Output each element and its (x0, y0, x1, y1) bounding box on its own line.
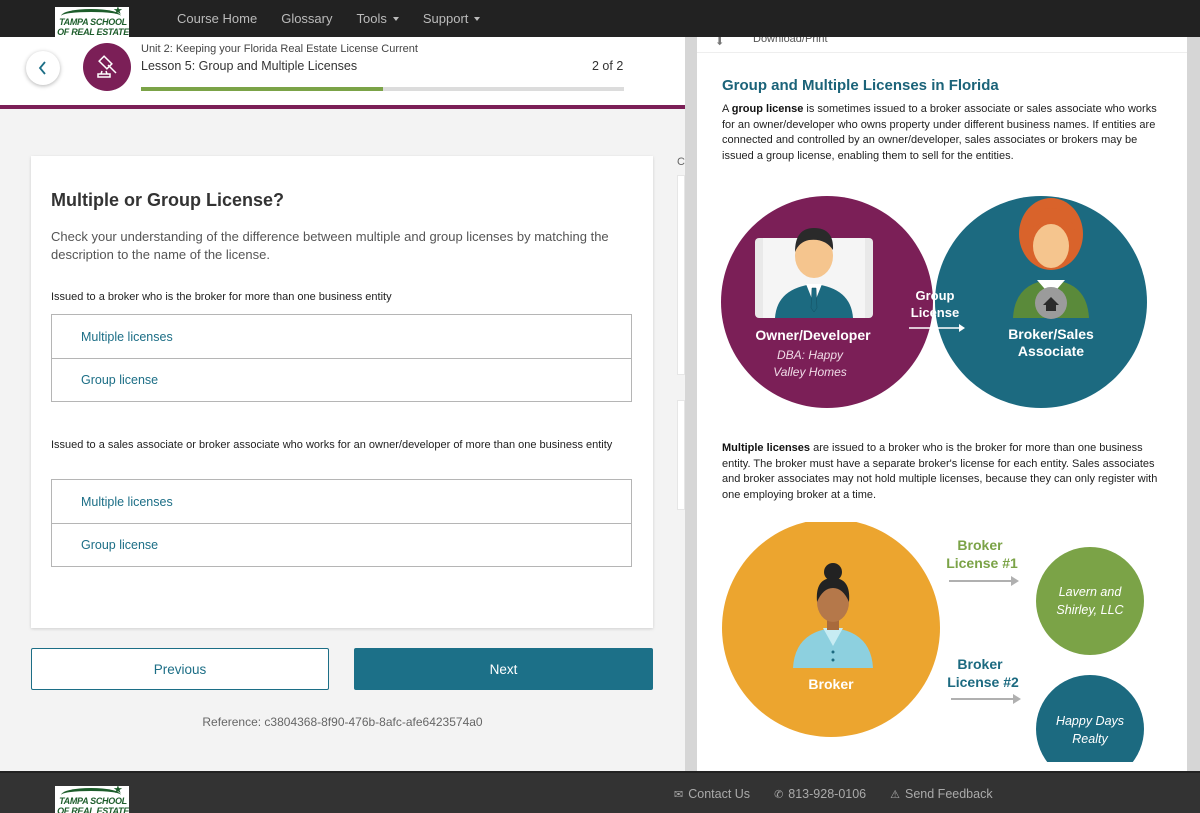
question-prompt-2: Issued to a sales associate or broker as… (51, 439, 613, 451)
nav-support-dropdown[interactable]: Support (423, 11, 481, 26)
send-feedback-link[interactable]: ⚠ Send Feedback (890, 787, 992, 801)
nav-tools-dropdown[interactable]: Tools (357, 11, 399, 26)
lesson-header: Unit 2: Keeping your Florida Real Estate… (0, 37, 685, 109)
content-title: Group and Multiple Licenses in Florida (722, 77, 999, 94)
owner-dba-line-1: DBA: Happy (777, 348, 844, 362)
logo-star-icon: ★ (113, 786, 123, 796)
download-print-link[interactable]: Download/Print (753, 37, 828, 45)
question-prompt-1: Issued to a broker who is the broker for… (51, 291, 392, 303)
download-icon[interactable]: ⬇ (715, 37, 724, 48)
entity-1-circle (1036, 547, 1144, 655)
download-bar: ⬇ Download/Print (697, 37, 1187, 53)
footer-links: ✉ Contact Us ✆ 813-928-0106 ⚠ Send Feedback (674, 787, 1017, 801)
question-card: Multiple or Group License? Check your un… (31, 156, 653, 628)
nav-glossary[interactable]: Glossary (281, 11, 332, 26)
entity-1-label-1: Lavern and (1059, 585, 1123, 599)
entity-2-label-2: Realty (1072, 732, 1108, 746)
lesson-progress-bar (141, 87, 624, 91)
answer-options-2: Multiple licenses Group license (51, 479, 632, 567)
broker-license-2-label-2: License #2 (947, 674, 1019, 690)
owner-developer-label: Owner/Developer (755, 327, 871, 343)
school-logo[interactable]: ★ TAMPA SCHOOL OF REAL ESTATE (55, 7, 129, 37)
logo-text: TAMPA SCHOOL OF REAL ESTATE (57, 796, 129, 813)
entity-1-label-2: Shirley, LLC (1056, 603, 1124, 617)
top-navbar: ★ TAMPA SCHOOL OF REAL ESTATE Course Home… (0, 0, 1200, 37)
next-button[interactable]: Next (354, 648, 653, 690)
sidebar-stub-panel (677, 175, 685, 375)
caret-down-icon (474, 16, 481, 21)
page-indicator: 2 of 2 (592, 59, 624, 73)
previous-button[interactable]: Previous (31, 648, 329, 690)
phone-icon: ✆ (774, 788, 784, 801)
warning-icon: ⚠ (890, 788, 901, 801)
broker-sales-label-1: Broker/Sales (1008, 326, 1094, 342)
option-multiple-licenses[interactable]: Multiple licenses (52, 480, 631, 523)
pane-divider-scrollbar[interactable] (685, 37, 697, 771)
footer-school-logo[interactable]: ★ TAMPA SCHOOL OF REAL ESTATE (55, 786, 129, 813)
phone-link[interactable]: ✆ 813-928-0106 (774, 787, 866, 801)
group-license-venn-diagram: Owner/Developer DBA: Happy Valley Homes … (721, 196, 1147, 408)
option-group-license[interactable]: Group license (52, 358, 631, 401)
progress-fill (141, 87, 383, 91)
broker-sales-label-2: Associate (1018, 343, 1084, 359)
sidebar-tab-label[interactable]: C (677, 156, 685, 168)
logo-star-icon: ★ (113, 7, 123, 17)
gavel-icon (83, 43, 131, 91)
broker-license-1-label-1: Broker (957, 537, 1003, 553)
arrow-right-icon (951, 694, 1021, 704)
nav-course-home[interactable]: Course Home (177, 11, 257, 26)
content-panel-scrollbar[interactable] (1187, 37, 1200, 771)
nav-links: Course Home Glossary Tools Support (177, 0, 504, 37)
option-multiple-licenses[interactable]: Multiple licenses (52, 315, 631, 358)
option-group-license[interactable]: Group license (52, 523, 631, 566)
answer-options-1: Multiple licenses Group license (51, 314, 632, 402)
envelope-icon: ✉ (674, 788, 684, 801)
footer: ★ TAMPA SCHOOL OF REAL ESTATE ✉ Contact Us… (0, 771, 1200, 813)
group-license-label-2: License (911, 305, 959, 320)
lesson-title: Lesson 5: Group and Multiple Licenses (141, 59, 358, 73)
chevron-left-icon (38, 61, 46, 75)
question-intro: Check your understanding of the differen… (51, 229, 609, 262)
unit-title: Unit 2: Keeping your Florida Real Estate… (141, 43, 418, 55)
group-license-label-1: Group (916, 288, 955, 303)
group-license-paragraph: A group license is sometimes issued to a… (722, 103, 1157, 162)
reference-id: Reference: c3804368-8f90-476b-8afc-afe64… (202, 715, 483, 729)
owner-dba-line-2: Valley Homes (773, 365, 847, 379)
multiple-licenses-diagram: Broker Broker License #1 Lavern and Shir… (722, 522, 1144, 762)
sidebar-stub-panel (677, 400, 685, 510)
back-button[interactable] (26, 51, 60, 85)
question-title: Multiple or Group License? (51, 190, 285, 210)
owner-developer-illustration (755, 228, 873, 318)
caret-down-icon (392, 16, 399, 21)
content-panel: ⬇ Download/Print Group and Multiple Lice… (697, 37, 1187, 771)
entity-2-label-1: Happy Days (1056, 714, 1124, 728)
broker-label: Broker (808, 676, 854, 692)
multiple-licenses-paragraph: Multiple licenses are issued to a broker… (722, 442, 1158, 501)
logo-text: TAMPA SCHOOL OF REAL ESTATE (57, 17, 129, 37)
broker-license-2-label-1: Broker (957, 656, 1003, 672)
contact-us-link[interactable]: ✉ Contact Us (674, 787, 750, 801)
arrow-right-icon (949, 576, 1019, 586)
broker-license-1-label-2: License #1 (946, 555, 1018, 571)
